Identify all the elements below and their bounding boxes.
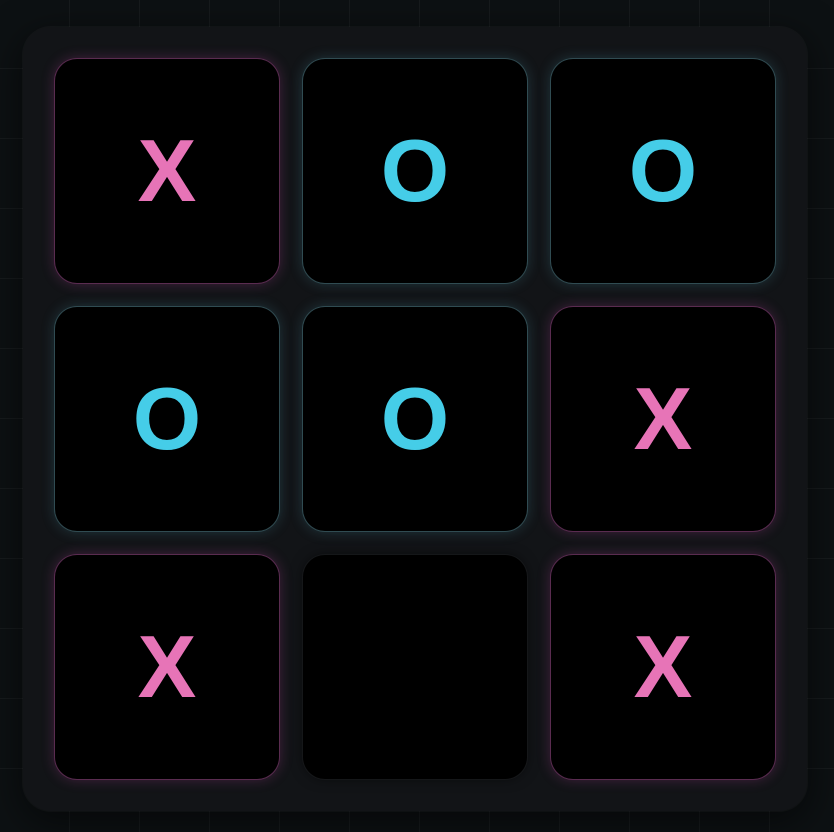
cell-mark: O <box>380 121 450 220</box>
cell-mark: X <box>137 121 197 220</box>
cell-r1-c3[interactable]: O <box>551 59 775 283</box>
cell-mark: O <box>628 121 698 220</box>
cell-r1-c2[interactable]: O <box>303 59 527 283</box>
game-board: X O O O O X X X <box>23 27 807 811</box>
cell-r2-c3[interactable]: X <box>551 307 775 531</box>
cell-r3-c1[interactable]: X <box>55 555 279 779</box>
cell-mark: X <box>633 369 693 468</box>
cell-mark: O <box>380 369 450 468</box>
board-grid: X O O O O X X X <box>55 59 775 779</box>
cell-mark: O <box>132 369 202 468</box>
cell-mark: X <box>633 617 693 716</box>
cell-r2-c1[interactable]: O <box>55 307 279 531</box>
cell-r3-c2[interactable] <box>303 555 527 779</box>
cell-r2-c2[interactable]: O <box>303 307 527 531</box>
cell-mark: X <box>137 617 197 716</box>
cell-r1-c1[interactable]: X <box>55 59 279 283</box>
cell-r3-c3[interactable]: X <box>551 555 775 779</box>
